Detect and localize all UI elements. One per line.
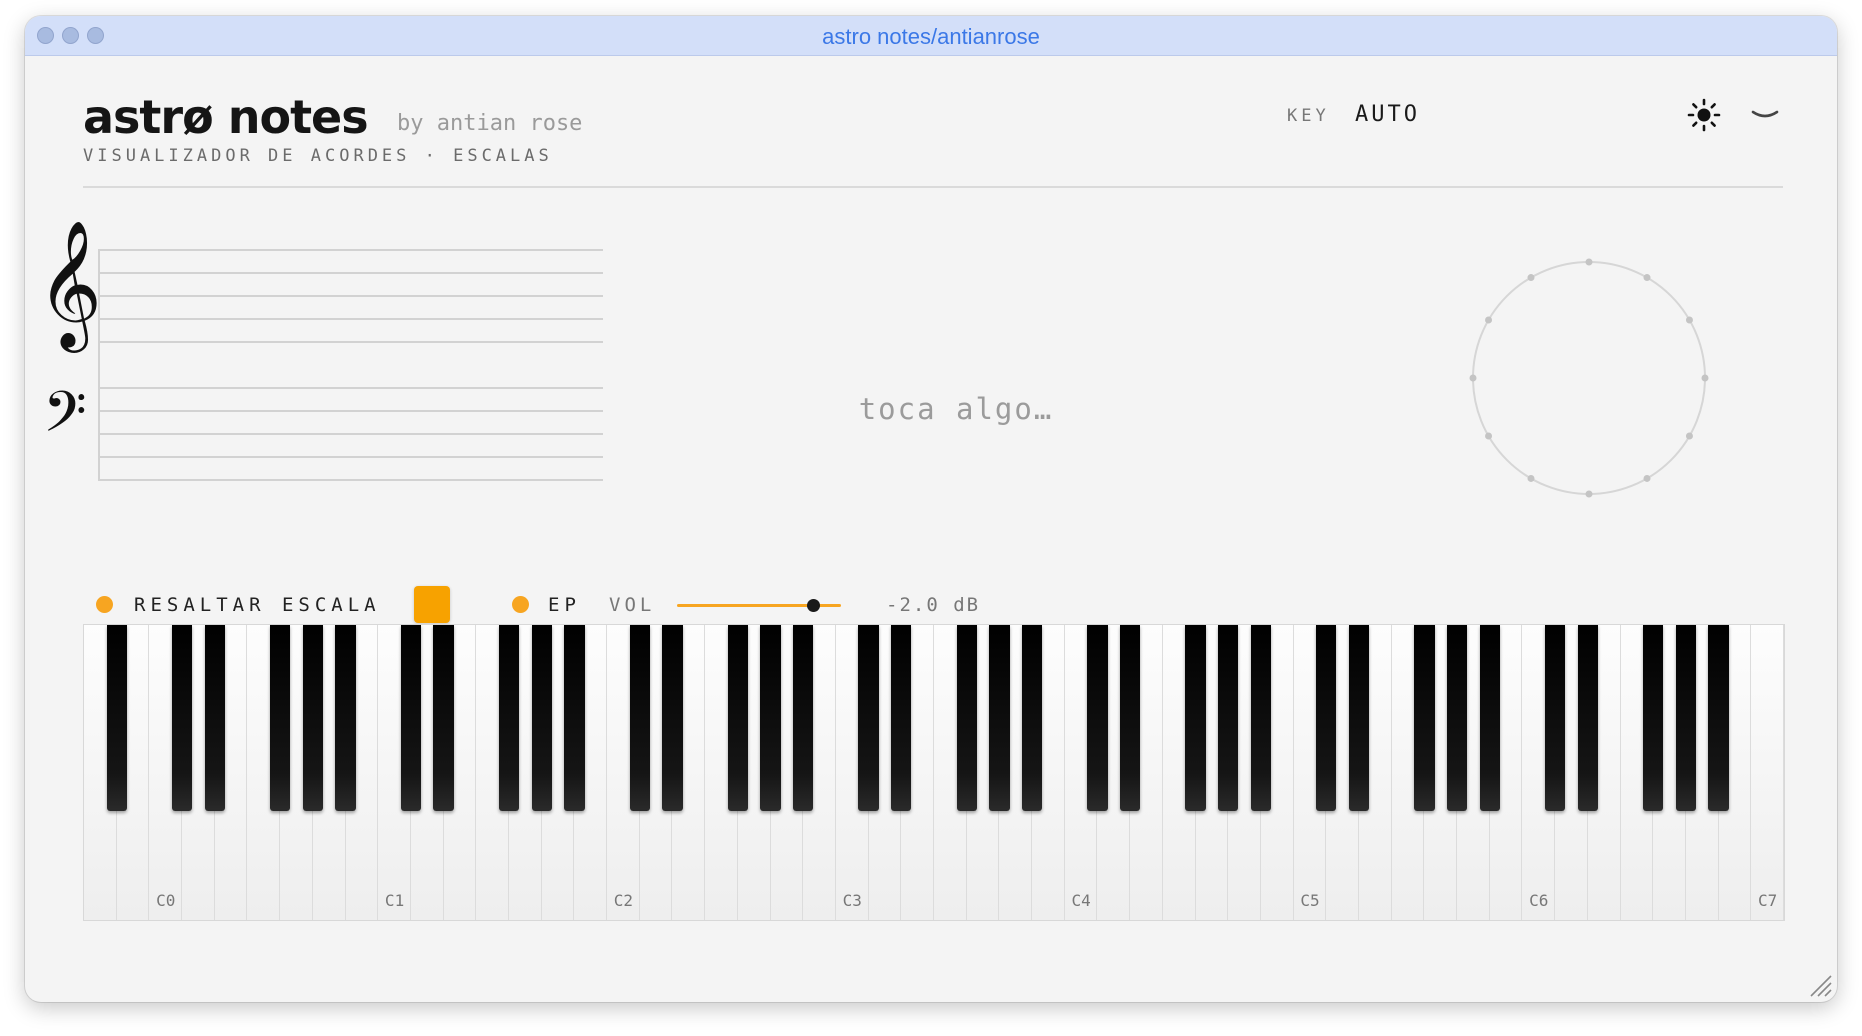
staff-line [98, 249, 603, 251]
black-key[interactable] [1120, 625, 1141, 811]
staff-line [98, 479, 603, 481]
black-key[interactable] [1675, 625, 1697, 811]
black-key[interactable] [1545, 625, 1566, 811]
circle-point [1485, 432, 1493, 440]
black-key[interactable] [1479, 625, 1500, 811]
black-key[interactable] [662, 625, 683, 811]
instrument-label[interactable]: EP [548, 594, 581, 616]
black-key[interactable] [1087, 625, 1108, 811]
black-key[interactable] [433, 625, 454, 811]
volume-readout: -2.0 dB [886, 594, 981, 616]
key-label: KEY [1287, 106, 1330, 126]
staff-line [98, 433, 603, 435]
controls-bar: RESALTAR ESCALA EP VOL -2.0 dB [25, 586, 1837, 626]
black-key[interactable] [989, 625, 1010, 811]
key-selector[interactable]: AUTO [1355, 102, 1420, 127]
black-key[interactable] [1218, 625, 1239, 811]
highlight-scale-toggle[interactable] [96, 596, 113, 613]
black-key[interactable] [1446, 625, 1468, 811]
staff-line [98, 387, 603, 389]
black-key[interactable] [106, 625, 127, 811]
circle-point [1701, 374, 1709, 382]
black-key[interactable] [1708, 625, 1729, 811]
circle-of-notes [1469, 258, 1709, 498]
staff-line [98, 295, 603, 297]
black-key[interactable] [531, 625, 552, 811]
black-key[interactable] [727, 625, 748, 811]
black-key[interactable] [1348, 625, 1370, 811]
window-title: astro notes/antianrose [822, 24, 1040, 49]
black-key[interactable] [1185, 625, 1206, 811]
app-logo: astrø notes [83, 90, 369, 144]
circle-point [1527, 274, 1535, 282]
circle-point [1527, 474, 1535, 482]
staff-line [98, 318, 603, 320]
header-divider [83, 186, 1783, 188]
app-window: astro notes/antianrose astrø notes by an… [25, 16, 1837, 1002]
black-key[interactable] [1316, 625, 1337, 811]
black-key[interactable] [1643, 625, 1664, 811]
white-key[interactable] [1751, 625, 1784, 920]
black-key[interactable] [1414, 625, 1435, 811]
circle-point [1685, 316, 1693, 324]
treble-clef-icon: 𝄞 [37, 219, 103, 347]
circle-point [1585, 490, 1593, 498]
black-key[interactable] [302, 625, 323, 811]
volume-slider-thumb[interactable] [806, 599, 820, 612]
staff-line [98, 272, 603, 274]
black-key[interactable] [400, 625, 422, 811]
black-key[interactable] [858, 625, 879, 811]
highlight-scale-label[interactable]: RESALTAR ESCALA [134, 594, 381, 616]
black-key[interactable] [760, 625, 781, 811]
circle-point [1585, 258, 1593, 266]
black-key[interactable] [564, 625, 585, 811]
black-key[interactable] [1250, 625, 1272, 811]
piano-keyboard: C0 C1 C2 C3 C4 C5 C6 C7 [83, 624, 1785, 921]
highlight-color-picker[interactable] [414, 586, 450, 623]
volume-label: VOL [609, 594, 656, 616]
chevron-down-icon[interactable] [1747, 104, 1783, 126]
app-byline: by antian rose [397, 111, 583, 136]
black-key[interactable] [204, 625, 225, 811]
circle-point [1643, 474, 1651, 482]
circle-point [1469, 374, 1477, 382]
app-subtitle: VISUALIZADOR DE ACORDES · ESCALAS [83, 146, 553, 166]
black-key[interactable] [956, 625, 977, 811]
black-key[interactable] [335, 625, 356, 811]
grand-staff [98, 249, 603, 487]
title-bar[interactable]: astro notes/antianrose [25, 16, 1837, 56]
black-key[interactable] [891, 625, 912, 811]
volume-slider[interactable] [677, 599, 841, 612]
black-key[interactable] [793, 625, 814, 811]
black-key[interactable] [1577, 625, 1598, 811]
resize-grip-icon[interactable] [1807, 972, 1833, 998]
instrument-indicator[interactable] [512, 596, 529, 613]
black-key[interactable] [498, 625, 520, 811]
staff-line [98, 456, 603, 458]
staff-line [98, 341, 603, 343]
sun-icon[interactable] [1687, 98, 1721, 132]
circle-point [1643, 274, 1651, 282]
black-key[interactable] [1021, 625, 1043, 811]
black-key[interactable] [270, 625, 291, 811]
black-key[interactable] [629, 625, 650, 811]
circle-point [1485, 316, 1493, 324]
black-key[interactable] [171, 625, 193, 811]
circle-point [1685, 432, 1693, 440]
